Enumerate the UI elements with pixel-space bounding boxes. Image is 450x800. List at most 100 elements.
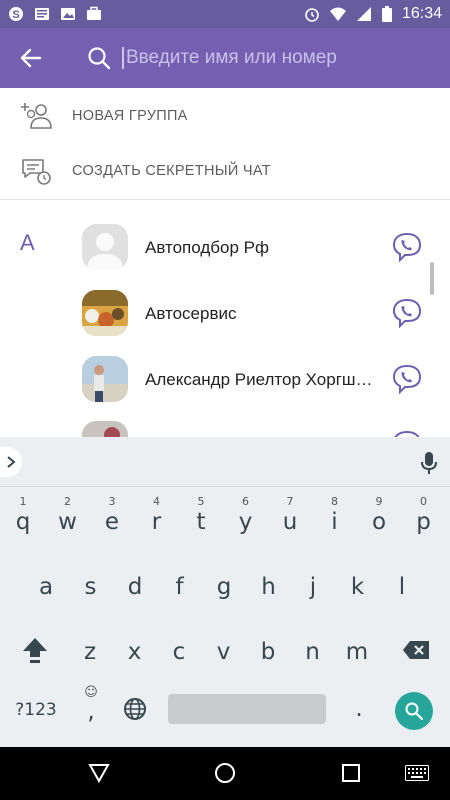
new-group-label: НОВАЯ ГРУППА xyxy=(72,108,188,124)
emoji-hint-icon: ☺ xyxy=(84,685,98,700)
key-l[interactable]: l xyxy=(382,562,422,606)
key-m[interactable]: m xyxy=(337,627,377,671)
key-i[interactable]: 8i xyxy=(315,495,355,541)
key-label: l xyxy=(398,574,406,600)
language-key[interactable] xyxy=(120,692,150,726)
divider xyxy=(0,199,450,200)
key-label: q xyxy=(15,509,31,535)
key-label: j xyxy=(309,574,317,600)
soft-keyboard: ?123 ☺ , . 1q2w3e4r5t6y7u8i9o0pasdfghjkl… xyxy=(0,437,450,747)
key-label: k xyxy=(350,574,365,600)
expand-suggestions-button[interactable] xyxy=(0,447,22,477)
nav-home-icon xyxy=(215,763,235,783)
key-o[interactable]: 9o xyxy=(359,495,399,541)
secret-chat-icon xyxy=(0,156,72,186)
nav-home-button[interactable] xyxy=(212,760,238,786)
key-hint: 5 xyxy=(197,495,205,508)
key-label: g xyxy=(216,574,232,600)
key-y[interactable]: 6y xyxy=(226,495,266,541)
add-group-icon xyxy=(0,101,72,131)
key-label: t xyxy=(196,509,206,535)
contact-avatar-photo xyxy=(82,356,128,402)
key-hint: 8 xyxy=(331,495,338,508)
key-hint: 9 xyxy=(375,495,383,508)
key-u[interactable]: 7u xyxy=(270,495,310,541)
key-j[interactable]: j xyxy=(293,562,333,606)
nav-back-button[interactable] xyxy=(86,760,112,786)
contact-row[interactable]: Автосервис xyxy=(0,280,450,346)
briefcase-icon xyxy=(87,6,101,20)
key-h[interactable]: h xyxy=(249,562,289,606)
viber-icon[interactable] xyxy=(392,364,422,394)
key-r[interactable]: 4r xyxy=(137,495,177,541)
key-x[interactable]: x xyxy=(115,627,155,671)
key-label: a xyxy=(38,574,54,600)
search-input[interactable] xyxy=(122,47,422,69)
contact-name: Александр Риелтор Хоргш… xyxy=(145,370,373,389)
new-group-action[interactable]: НОВАЯ ГРУППА xyxy=(0,88,450,144)
key-label: r xyxy=(151,509,162,535)
voice-input-button[interactable] xyxy=(418,451,440,475)
shift-icon xyxy=(23,638,47,663)
key-c[interactable]: c xyxy=(159,627,199,671)
key-e[interactable]: 3e xyxy=(92,495,132,541)
key-label: m xyxy=(345,639,369,665)
search-icon xyxy=(405,702,423,720)
viber-icon[interactable] xyxy=(392,298,422,328)
key-v[interactable]: v xyxy=(204,627,244,671)
nav-keyboard-switch-button[interactable] xyxy=(404,760,430,786)
key-label: f xyxy=(175,574,184,600)
key-n[interactable]: n xyxy=(293,627,333,671)
contact-name: Автосервис xyxy=(145,304,237,323)
scrollbar-thumb[interactable] xyxy=(430,262,434,295)
status-bar: S 16:34 xyxy=(0,0,450,28)
secret-chat-action[interactable]: СОЗДАТЬ СЕКРЕТНЫЙ ЧАТ xyxy=(0,143,450,199)
clock: 16:34 xyxy=(401,5,442,22)
key-p[interactable]: 0p xyxy=(404,495,444,541)
key-label: p xyxy=(416,509,431,535)
shift-key[interactable] xyxy=(14,630,56,670)
key-w[interactable]: 2w xyxy=(48,495,88,541)
key-label: w xyxy=(58,509,77,535)
contact-row[interactable]: Автоподбор Рф xyxy=(0,214,450,280)
period-key[interactable]: . xyxy=(344,692,374,726)
secret-chat-label: СОЗДАТЬ СЕКРЕТНЫЙ ЧАТ xyxy=(72,163,271,179)
backspace-key[interactable] xyxy=(396,630,436,670)
key-z[interactable]: z xyxy=(70,627,110,671)
key-label: u xyxy=(282,509,298,535)
space-key[interactable] xyxy=(168,694,326,724)
search-icon xyxy=(76,28,122,88)
contact-row[interactable]: Александр Риелтор Хоргш… xyxy=(0,346,450,412)
key-k[interactable]: k xyxy=(338,562,378,606)
key-hint: 4 xyxy=(153,495,160,508)
contact-row[interactable] xyxy=(0,412,450,437)
key-d[interactable]: d xyxy=(115,562,155,606)
key-s[interactable]: s xyxy=(71,562,111,606)
contact-avatar-photo xyxy=(82,421,128,437)
key-label: x xyxy=(127,639,142,665)
chevron-right-icon xyxy=(7,456,16,468)
key-hint: 3 xyxy=(108,495,116,508)
comma-key[interactable]: ☺ , xyxy=(76,685,106,729)
contact-avatar-placeholder xyxy=(82,224,128,270)
key-f[interactable]: f xyxy=(160,562,200,606)
key-q[interactable]: 1q xyxy=(3,495,43,541)
key-a[interactable]: a xyxy=(26,562,66,606)
key-g[interactable]: g xyxy=(204,562,244,606)
nav-back-icon xyxy=(88,764,110,783)
search-app-bar xyxy=(0,28,450,88)
viber-icon[interactable] xyxy=(392,430,422,437)
back-button[interactable] xyxy=(0,28,62,88)
nav-recents-button[interactable] xyxy=(338,760,364,786)
key-t[interactable]: 5t xyxy=(181,495,221,541)
keyboard-icon xyxy=(405,765,429,781)
globe-icon xyxy=(124,698,146,720)
nav-recents-icon xyxy=(342,764,360,782)
key-label: i xyxy=(331,509,338,535)
key-label: v xyxy=(216,639,231,665)
viber-icon[interactable] xyxy=(392,232,422,262)
search-submit-key[interactable] xyxy=(395,692,433,730)
key-hint: 2 xyxy=(64,495,71,508)
symbols-key[interactable]: ?123 xyxy=(8,694,64,726)
key-b[interactable]: b xyxy=(248,627,288,671)
